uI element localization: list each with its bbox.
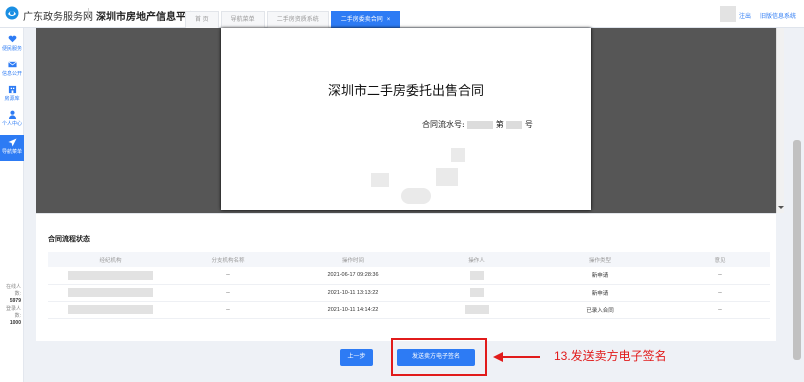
column-header: 分支机构名称 (173, 252, 283, 267)
table-row: -- 2021-10-11 14:14:22 已录入合同 -- (48, 301, 770, 319)
redacted-block (467, 120, 494, 129)
time-cell: 2021-10-11 13:13:22 (283, 284, 423, 302)
annotation-highlight-box (391, 338, 487, 376)
heart-hand-icon (8, 35, 16, 43)
contract-flow-panel: 合同流程状态 经纪机构 分支机构名称 操作时间 操作人 操作类型 意见 -- 2… (36, 213, 776, 341)
column-header: 操作时间 (283, 252, 423, 267)
flow-title: 合同流程状态 (48, 236, 90, 243)
redacted-block (451, 148, 465, 162)
column-header: 经纪机构 (48, 252, 173, 267)
sidebar-item-personal[interactable]: 个人中心 (0, 107, 24, 133)
table-header-row: 经纪机构 分支机构名称 操作时间 操作人 操作类型 意见 (48, 252, 770, 267)
agency-cell (48, 267, 173, 285)
branch-cell: -- (173, 284, 283, 302)
opinion-cell: -- (670, 267, 770, 285)
flow-table: 经纪机构 分支机构名称 操作时间 操作人 操作类型 意见 -- 2021-06-… (48, 252, 770, 319)
sidebar-item-info[interactable]: 信息公开 (0, 57, 24, 83)
operator-cell (423, 284, 530, 302)
login-count-value: 1000 (9, 320, 21, 326)
previous-step-button[interactable]: 上一步 (340, 349, 373, 366)
tab-home[interactable]: 首 页 (185, 11, 219, 28)
sidebar-item-services[interactable]: 便民服务 (0, 32, 24, 58)
redacted-block (464, 305, 489, 314)
sidebar-item-label: 房源库 (4, 96, 20, 102)
tab-bar: 首 页 导航菜单 二手房资质系统 二手房委卖合同 × (185, 11, 402, 28)
user-icon (8, 110, 16, 119)
login-count-label: 登录人数: (5, 306, 21, 319)
sidebar-item-label: 便民服务 (1, 46, 22, 52)
viewer-scrollbar[interactable] (776, 28, 784, 213)
logout-link[interactable]: 注出 (739, 11, 751, 20)
table-row: -- 2021-10-11 13:13:22 新申请 -- (48, 284, 770, 302)
brand-name[interactable]: 广东政务服务网 (23, 8, 93, 23)
login-count: 登录人数: 1000 (0, 306, 24, 327)
online-count-label: 在线人数: (5, 284, 21, 297)
agency-cell (48, 284, 173, 302)
operator-cell (423, 267, 530, 285)
top-header: 广东政务服务网 深圳市房地产信息平台 首 页 导航菜单 二手房资质系统 二手房委… (0, 0, 804, 28)
contract-title: 深圳市二手房委托出售合同 (327, 84, 484, 99)
redacted-block (68, 288, 153, 297)
type-cell: 新申请 (530, 284, 670, 302)
online-count-value: 5979 (9, 298, 21, 304)
redacted-block (469, 288, 484, 297)
sidebar-item-label: 信息公开 (1, 71, 22, 77)
annotation-label: 13.发送卖方电子签名 (554, 349, 667, 363)
brand-divider (88, 8, 89, 20)
redacted-block (506, 120, 523, 129)
redacted-block (68, 305, 153, 314)
sidebar: 便民服务 信息公开 房源库 个人中心 导航菜单 在线人数: 5979 登录人数:… (0, 28, 24, 382)
opinion-cell: -- (670, 301, 770, 319)
contract-serial: 合同流水号: 第 号 (422, 119, 533, 130)
document-viewer[interactable]: 深圳市二手房委托出售合同 合同流水号: 第 号 (36, 28, 784, 213)
sidebar-item-label: 导航菜单 (1, 149, 22, 155)
tab-second-hand-qualification[interactable]: 二手房资质系统 (266, 11, 329, 28)
branch-cell: -- (173, 267, 283, 285)
serial-suffix: 号 (524, 120, 533, 129)
opinion-cell: -- (670, 284, 770, 302)
guangdong-logo-icon (5, 6, 19, 20)
time-cell: 2021-06-17 09:28:36 (283, 267, 423, 285)
redacted-block (469, 270, 484, 280)
annotation-arrow-icon (493, 352, 540, 362)
tab-sale-contract-label: 二手房委卖合同 (340, 17, 383, 23)
building-icon (8, 85, 16, 94)
sidebar-item-label: 个人中心 (1, 121, 22, 127)
tab-sale-contract[interactable]: 二手房委卖合同 × (330, 11, 401, 28)
redacted-block (401, 188, 431, 204)
sidebar-item-nav-menu[interactable]: 导航菜单 (0, 135, 24, 161)
branch-cell: -- (173, 301, 283, 319)
old-system-link[interactable]: 旧版信息系统 (760, 11, 796, 20)
redacted-block (436, 168, 458, 186)
redacted-block (68, 270, 153, 280)
sidebar-item-listings[interactable]: 房源库 (0, 82, 24, 108)
column-header: 操作类型 (530, 252, 670, 267)
column-header: 意见 (670, 252, 770, 267)
serial-mid: 第 (495, 120, 504, 129)
paper-plane-icon (7, 138, 17, 147)
envelope-icon (7, 61, 17, 68)
serial-prefix: 合同流水号: (422, 120, 465, 129)
avatar[interactable] (720, 6, 736, 22)
type-cell: 新申请 (530, 267, 670, 285)
close-icon[interactable]: × (387, 17, 391, 23)
page-scrollbar[interactable] (793, 140, 801, 360)
redacted-block (371, 173, 389, 187)
tab-nav-menu[interactable]: 导航菜单 (220, 11, 265, 28)
operator-cell (423, 301, 530, 319)
table-row: -- 2021-06-17 09:28:36 新申请 -- (48, 267, 770, 285)
platform-title: 深圳市房地产信息平台 (96, 12, 196, 23)
column-header: 操作人 (423, 252, 530, 267)
time-cell: 2021-10-11 14:14:22 (283, 301, 423, 319)
type-cell: 已录入合同 (530, 301, 670, 319)
agency-cell (48, 301, 173, 319)
scroll-down-icon[interactable] (778, 206, 784, 209)
online-count: 在线人数: 5979 (0, 284, 24, 305)
contract-page: 深圳市二手房委托出售合同 合同流水号: 第 号 (221, 28, 591, 210)
